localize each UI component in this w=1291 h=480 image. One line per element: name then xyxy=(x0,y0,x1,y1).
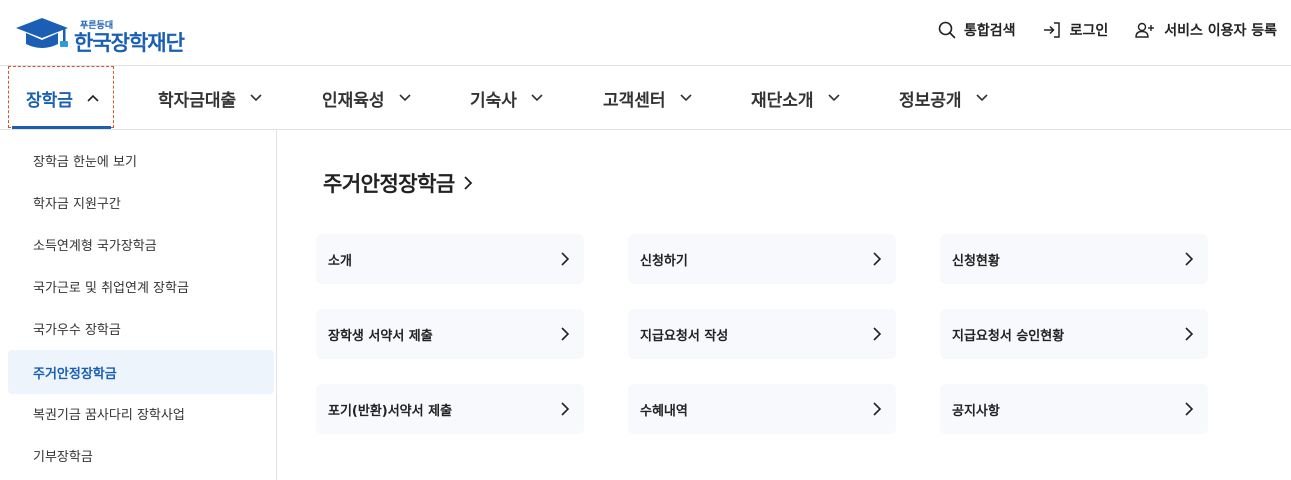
nav-item-label: 인재육성 xyxy=(322,90,385,111)
register-button[interactable]: 서비스 이용자 등록 xyxy=(1134,20,1277,40)
menu-card-label: 포기(반환)서약서 제출 xyxy=(328,403,453,419)
site-header: 푸른등대 한국장학재단 통합검색 로그인 서비스 이용자 등록 xyxy=(0,0,1291,66)
main-navigation: 장학금 학자금대출 인재육성 기숙사 고객센터 재단소개 정보공개 xyxy=(0,66,1291,130)
sidebar-item-national-scholarship[interactable]: 소득연계형 국가장학금 xyxy=(8,222,274,266)
nav-item-talent[interactable]: 인재육성 xyxy=(322,66,411,130)
chevron-right-icon xyxy=(561,327,570,341)
chevron-down-icon xyxy=(679,94,692,102)
search-label: 통합검색 xyxy=(964,23,1016,39)
chevron-right-icon xyxy=(873,402,882,416)
chevron-right-icon xyxy=(1185,252,1194,266)
register-label: 서비스 이용자 등록 xyxy=(1164,23,1277,39)
search-icon xyxy=(938,21,956,39)
menu-card-payment-approval-status[interactable]: 지급요청서 승인현황 xyxy=(940,309,1208,359)
chevron-down-icon xyxy=(250,94,262,102)
menu-card-label: 지급요청서 작성 xyxy=(640,328,729,344)
chevron-right-icon xyxy=(1185,327,1194,341)
sidebar-item-overview[interactable]: 장학금 한눈에 보기 xyxy=(8,138,274,182)
side-menu: 장학금 한눈에 보기 학자금 지원구간 소득연계형 국가장학금 국가근로 및 취… xyxy=(0,130,277,480)
nav-item-disclosure[interactable]: 정보공개 xyxy=(899,66,988,130)
page-title[interactable]: 주거안정장학금 xyxy=(323,168,473,198)
chevron-right-icon xyxy=(873,252,882,266)
nav-item-about[interactable]: 재단소개 xyxy=(751,66,840,130)
sidebar-item-work-scholarship[interactable]: 국가근로 및 취업연계 장학금 xyxy=(8,264,274,308)
menu-card-label: 지급요청서 승인현황 xyxy=(952,328,1065,344)
nav-item-label: 장학금 xyxy=(26,90,73,111)
menu-card-label: 신청하기 xyxy=(640,253,688,269)
chevron-right-icon xyxy=(1185,402,1194,416)
menu-card-application-status[interactable]: 신청현황 xyxy=(940,234,1208,284)
menu-card-label: 공지사항 xyxy=(952,403,1000,419)
menu-card-label: 수혜내역 xyxy=(640,403,688,419)
nav-item-label: 기숙사 xyxy=(470,90,517,111)
page-title-text: 주거안정장학금 xyxy=(323,172,455,196)
chevron-down-icon xyxy=(398,94,411,102)
login-label: 로그인 xyxy=(1069,23,1109,39)
nav-item-dormitory[interactable]: 기숙사 xyxy=(470,66,543,130)
sidebar-item-donation-scholarship[interactable]: 기부장학금 xyxy=(8,433,274,477)
chevron-down-icon xyxy=(531,94,543,102)
menu-card-label: 신청현황 xyxy=(952,253,1000,269)
nav-item-label: 고객센터 xyxy=(603,90,666,111)
chevron-right-icon xyxy=(561,252,570,266)
chevron-right-icon xyxy=(873,327,882,341)
menu-card-intro[interactable]: 소개 xyxy=(316,234,584,284)
site-logo[interactable]: 푸른등대 한국장학재단 xyxy=(14,10,185,55)
chevron-down-icon xyxy=(975,94,988,102)
nav-item-loan[interactable]: 학자금대출 xyxy=(158,66,262,130)
nav-item-label: 정보공개 xyxy=(899,90,962,111)
menu-card-benefit-history[interactable]: 수혜내역 xyxy=(628,384,896,434)
menu-card-notices[interactable]: 공지사항 xyxy=(940,384,1208,434)
chevron-right-icon xyxy=(561,402,570,416)
menu-card-payment-request[interactable]: 지급요청서 작성 xyxy=(628,309,896,359)
chevron-up-icon xyxy=(87,94,99,102)
nav-item-label: 학자금대출 xyxy=(158,90,237,111)
user-add-icon xyxy=(1135,22,1155,38)
menu-card-apply[interactable]: 신청하기 xyxy=(628,234,896,284)
sidebar-item-excellence-scholarship[interactable]: 국가우수 장학금 xyxy=(8,306,274,350)
sidebar-item-support-levels[interactable]: 학자금 지원구간 xyxy=(8,180,274,224)
menu-card-pledge-submit[interactable]: 장학생 서약서 제출 xyxy=(316,309,584,359)
sidebar-item-dream-ladder[interactable]: 복권기금 꿈사다리 장학사업 xyxy=(8,391,274,435)
utility-menu: 통합검색 로그인 서비스 이용자 등록 xyxy=(912,18,1277,42)
menu-card-label: 장학생 서약서 제출 xyxy=(328,328,433,344)
brand-subtitle: 푸른등대 xyxy=(80,21,114,31)
menu-card-waiver-submit[interactable]: 포기(반환)서약서 제출 xyxy=(316,384,584,434)
nav-item-scholarship[interactable]: 장학금 xyxy=(26,66,99,130)
brand-name: 한국장학재단 xyxy=(74,31,185,55)
nav-item-label: 재단소개 xyxy=(751,90,814,111)
chevron-right-icon xyxy=(464,176,473,190)
nav-item-customer-center[interactable]: 고객센터 xyxy=(603,66,692,130)
menu-card-label: 소개 xyxy=(328,253,352,269)
search-button[interactable]: 통합검색 xyxy=(938,20,1016,40)
login-icon xyxy=(1043,22,1060,38)
login-button[interactable]: 로그인 xyxy=(1042,20,1109,40)
chevron-down-icon xyxy=(827,94,840,102)
graduation-cap-logo-icon xyxy=(16,18,68,48)
sidebar-item-housing-scholarship[interactable]: 주거안정장학금 xyxy=(8,350,274,394)
